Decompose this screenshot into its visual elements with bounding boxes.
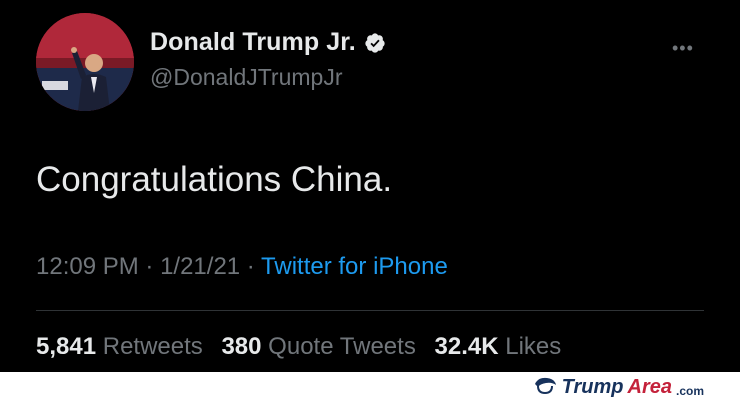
tweet-source-link[interactable]: Twitter for iPhone [261,253,448,280]
tweet-date[interactable]: 1/21/21 [160,253,240,280]
tweet-stats: 5,841 Retweets 380 Quote Tweets 32.4K Li… [36,333,573,361]
quotes-label: Quote Tweets [268,333,416,360]
retweets-label: Retweets [102,333,203,360]
likes-label: Likes [505,333,562,360]
author-name[interactable]: Donald Trump Jr. [150,28,356,57]
divider [36,310,704,311]
tweet-time[interactable]: 12:09 PM [36,253,139,280]
avatar-photo [36,13,134,111]
author-row: Donald Trump Jr. [150,28,386,57]
likes-stat[interactable]: 32.4K Likes [435,333,562,360]
watermark-text-area: Area [627,376,672,398]
quotes-count: 380 [221,333,262,360]
watermark-bar: Trump Area .com [0,372,740,401]
trump-hair-logo-icon [532,375,558,400]
tweet-card: Donald Trump Jr. @DonaldJTrumpJr ••• Con… [0,0,740,372]
retweets-stat[interactable]: 5,841 Retweets [36,333,203,360]
meta-separator: · [240,253,262,280]
watermark-text-domain: .com [675,383,704,398]
watermark: Trump Area .com [532,375,704,400]
avatar[interactable] [36,13,134,111]
author-handle[interactable]: @DonaldJTrumpJr [150,64,343,91]
watermark-text-trump: Trump [561,376,624,398]
tweet-text: Congratulations China. [36,160,393,199]
meta-separator: · [138,253,161,280]
likes-count: 32.4K [434,333,499,360]
quote-tweets-stat[interactable]: 380 Quote Tweets [221,333,415,360]
verified-badge-icon [364,32,386,54]
tweet-meta: 12:09 PM · 1/21/21 · Twitter for iPhone [36,253,448,281]
more-options-icon[interactable]: ••• [672,38,694,59]
retweets-count: 5,841 [36,333,97,360]
